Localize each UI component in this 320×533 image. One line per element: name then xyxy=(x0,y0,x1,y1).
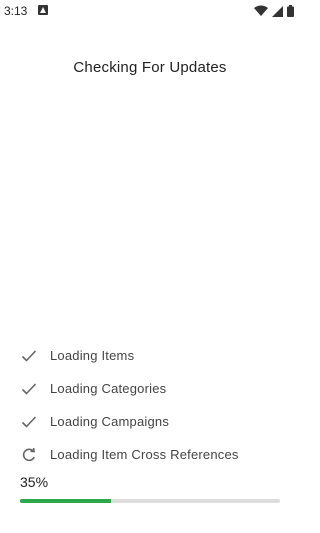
task-list: Loading Items Loading Categories Loading… xyxy=(20,339,280,471)
status-time: 3:13 xyxy=(4,4,28,18)
page-title: Checking For Updates xyxy=(73,59,227,76)
refresh-icon xyxy=(20,446,38,464)
check-icon xyxy=(20,413,38,431)
task-label: Loading Item Cross References xyxy=(50,447,239,462)
progress-bar xyxy=(20,499,280,503)
update-screen: 3:13 Checking For Updates Loading Items xyxy=(0,0,300,533)
task-item: Loading Item Cross References xyxy=(20,438,280,471)
check-icon xyxy=(20,380,38,398)
check-icon xyxy=(20,347,38,365)
task-item: Loading Items xyxy=(20,339,280,372)
battery-icon xyxy=(287,5,294,17)
status-bar: 3:13 xyxy=(0,0,300,22)
status-icons xyxy=(254,4,294,18)
task-item: Loading Campaigns xyxy=(20,405,280,438)
progress-percent: 35% xyxy=(20,474,49,490)
notification-a-icon xyxy=(38,5,48,15)
task-item: Loading Categories xyxy=(20,372,280,405)
signal-icon xyxy=(272,5,283,17)
wifi-icon xyxy=(254,5,268,16)
task-label: Loading Categories xyxy=(50,381,167,396)
progress-fill xyxy=(20,499,111,503)
task-label: Loading Items xyxy=(50,348,135,363)
task-label: Loading Campaigns xyxy=(50,414,170,429)
